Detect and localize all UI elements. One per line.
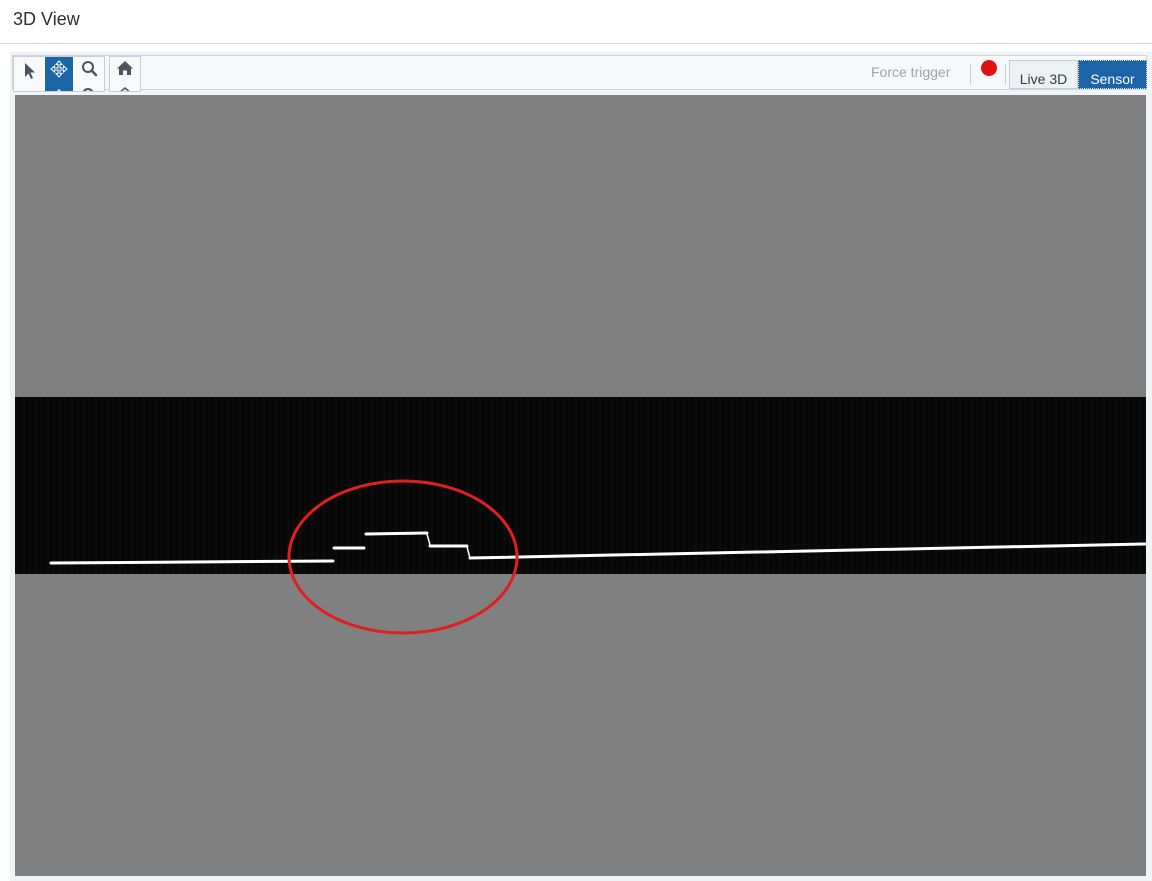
toolbar-divider <box>970 63 971 85</box>
sensor-tab[interactable]: Sensor <box>1078 60 1147 89</box>
sensor-label: Sensor <box>1090 71 1135 87</box>
toolbar-divider <box>1005 63 1006 85</box>
home-view-button[interactable] <box>111 57 139 91</box>
view-tool-group <box>109 56 141 92</box>
scan-overlay <box>49 479 1146 635</box>
record-indicator-icon <box>981 60 997 76</box>
home-icon <box>117 61 133 91</box>
force-trigger-button[interactable]: Force trigger <box>871 64 950 80</box>
zoom-tool-button[interactable] <box>76 57 104 91</box>
live-3d-tab[interactable]: Live 3D <box>1009 60 1078 89</box>
laser-profile-line <box>49 531 1146 565</box>
navigation-tool-group <box>13 56 105 92</box>
title-bar: 3D View <box>0 0 1152 44</box>
cursor-arrow-icon <box>25 63 35 91</box>
live-3d-label: Live 3D <box>1019 71 1068 87</box>
move-arrows-icon <box>50 60 68 91</box>
window-title: 3D View <box>13 9 80 29</box>
magnifier-icon <box>82 61 98 91</box>
pan-tool-button[interactable] <box>45 57 73 91</box>
select-tool-button[interactable] <box>15 57 43 91</box>
toolbar <box>12 55 1147 90</box>
profile-segment <box>364 531 429 536</box>
profile-step-edge <box>466 546 471 559</box>
profile-segment <box>468 542 1146 560</box>
sensor-viewport[interactable] <box>15 95 1146 876</box>
profile-step-edge <box>426 533 431 546</box>
